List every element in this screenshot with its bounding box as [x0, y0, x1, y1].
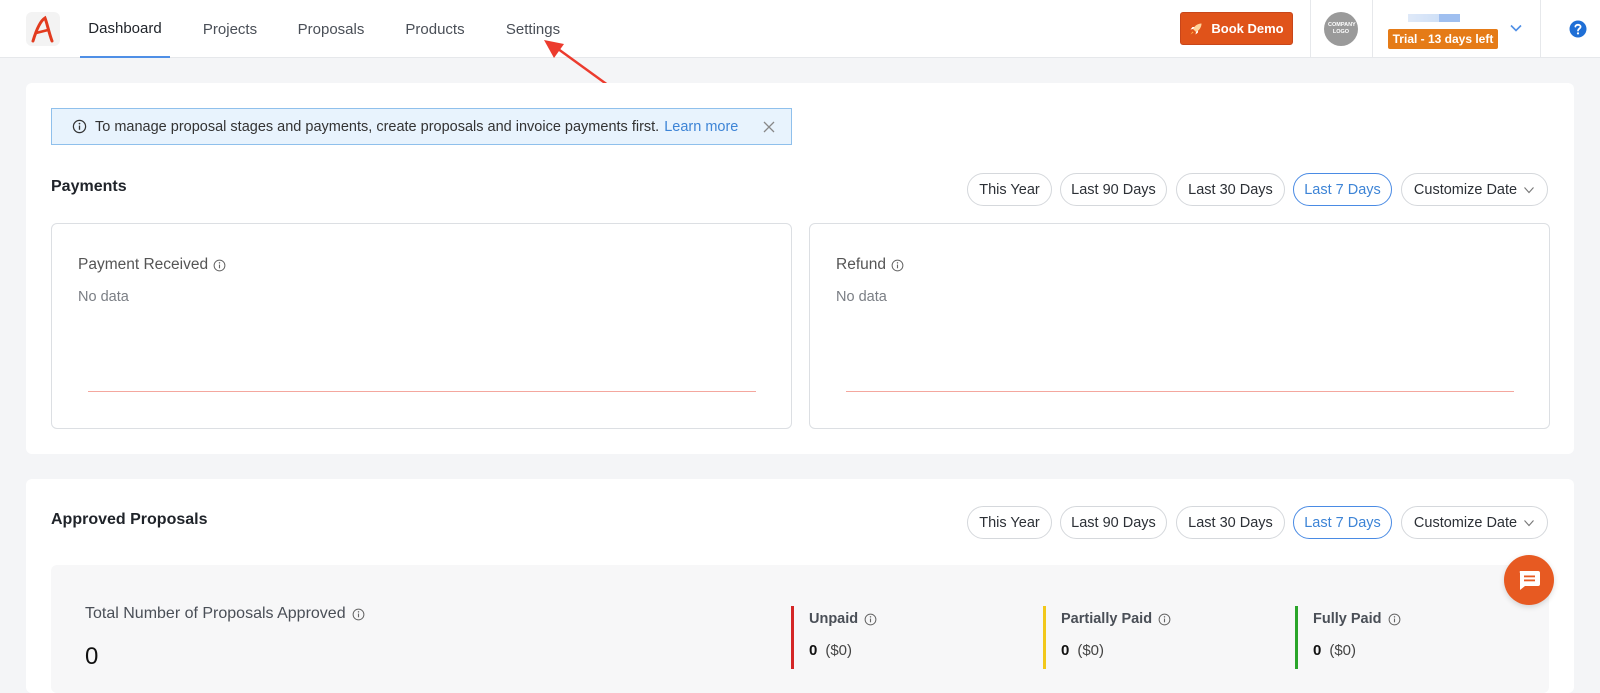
- approved-filter-this-year[interactable]: This Year: [967, 506, 1052, 539]
- payment-received-chart: Payment Received No data: [51, 223, 792, 429]
- stat-fully-paid: Fully Paid 0 ($0): [1295, 606, 1401, 669]
- stat-value: 0 ($0): [809, 642, 877, 659]
- nav-divider: [1540, 0, 1541, 58]
- stat-amount: ($0): [1329, 642, 1357, 659]
- no-data-text: No data: [836, 289, 887, 305]
- payments-filter-last-90-days[interactable]: Last 90 Days: [1060, 173, 1167, 206]
- payments-filter-this-year[interactable]: This Year: [967, 173, 1052, 206]
- total-approved-count: 0: [85, 643, 99, 670]
- chart-baseline: [846, 391, 1514, 392]
- info-icon[interactable]: [352, 608, 365, 621]
- close-icon[interactable]: [762, 120, 776, 134]
- stat-label: Unpaid: [809, 611, 859, 627]
- stat-unpaid: Unpaid 0 ($0): [791, 606, 877, 669]
- refund-label: Refund: [836, 256, 886, 273]
- approved-filter-last-90-days[interactable]: Last 90 Days: [1060, 506, 1167, 539]
- refund-label-group: Refund: [836, 256, 904, 274]
- payment-received-label-group: Payment Received: [78, 256, 226, 274]
- app-logo[interactable]: [26, 12, 60, 46]
- stat-value: 0 ($0): [1313, 642, 1401, 659]
- help-icon[interactable]: [1568, 19, 1588, 39]
- refund-chart: Refund No data: [809, 223, 1550, 429]
- customize-date-label: Customize Date: [1413, 514, 1518, 531]
- stat-color-bar: [791, 606, 794, 669]
- rocket-icon: [1190, 23, 1202, 34]
- banner-text: To manage proposal stages and payments, …: [95, 118, 660, 135]
- stat-count: 0: [1313, 642, 1322, 659]
- nav-tab-proposals[interactable]: Proposals: [290, 0, 372, 58]
- top-nav-bar: Dashboard Projects Proposals Products Se…: [0, 0, 1600, 58]
- learn-more-link[interactable]: Learn more: [664, 119, 738, 135]
- stat-partially-paid: Partially Paid 0 ($0): [1043, 606, 1171, 669]
- stat-amount: ($0): [825, 642, 853, 659]
- approved-proposals-title: Approved Proposals: [51, 511, 208, 528]
- total-approved-label-group: Total Number of Proposals Approved: [85, 605, 365, 623]
- total-approved-label: Total Number of Proposals Approved: [85, 605, 346, 622]
- trial-badge: Trial - 13 days left: [1388, 29, 1498, 49]
- chart-baseline: [88, 391, 756, 392]
- payments-filter-last-7-days[interactable]: Last 7 Days: [1293, 173, 1392, 206]
- chevron-down-icon: [1524, 519, 1534, 526]
- approved-filter-last-7-days[interactable]: Last 7 Days: [1293, 506, 1392, 539]
- nav-tab-projects[interactable]: Projects: [192, 0, 268, 58]
- payments-filter-customize-date[interactable]: Customize Date: [1401, 173, 1548, 206]
- no-data-text: No data: [78, 289, 129, 305]
- company-logo-text: COMPANY LOGO: [1328, 22, 1356, 35]
- account-name-redacted[interactable]: [1408, 14, 1460, 22]
- chevron-down-icon[interactable]: [1508, 20, 1524, 36]
- payments-filter-last-30-days[interactable]: Last 30 Days: [1176, 173, 1285, 206]
- stat-color-bar: [1043, 606, 1046, 669]
- stat-label-group: Unpaid: [809, 611, 877, 627]
- nav-tab-dashboard[interactable]: Dashboard: [80, 0, 170, 58]
- stat-amount: ($0): [1077, 642, 1105, 659]
- info-icon[interactable]: [213, 259, 226, 272]
- nav-divider: [1372, 0, 1373, 58]
- payments-title: Payments: [51, 178, 127, 195]
- chat-icon: [1519, 571, 1540, 590]
- book-demo-button[interactable]: Book Demo: [1180, 12, 1293, 45]
- stat-label: Fully Paid: [1313, 611, 1382, 627]
- customize-date-label: Customize Date: [1413, 181, 1518, 198]
- approved-filter-last-30-days[interactable]: Last 30 Days: [1176, 506, 1285, 539]
- info-icon[interactable]: [864, 613, 877, 626]
- nav-divider: [1310, 0, 1311, 58]
- stat-label-group: Fully Paid: [1313, 611, 1401, 627]
- info-icon[interactable]: [1158, 613, 1171, 626]
- nav-tab-products[interactable]: Products: [396, 0, 474, 58]
- chat-support-button[interactable]: [1504, 555, 1554, 605]
- stat-label: Partially Paid: [1061, 611, 1153, 627]
- approved-filter-customize-date[interactable]: Customize Date: [1401, 506, 1548, 539]
- stat-color-bar: [1295, 606, 1298, 669]
- company-logo-avatar[interactable]: COMPANY LOGO: [1324, 12, 1358, 46]
- book-demo-label: Book Demo: [1211, 21, 1284, 36]
- stat-count: 0: [809, 642, 818, 659]
- stat-value: 0 ($0): [1061, 642, 1171, 659]
- info-icon[interactable]: [891, 259, 904, 272]
- stat-label-group: Partially Paid: [1061, 611, 1171, 627]
- stat-count: 0: [1061, 642, 1070, 659]
- payment-received-label: Payment Received: [78, 256, 209, 273]
- info-icon[interactable]: [1388, 613, 1401, 626]
- approved-proposals-summary: Total Number of Proposals Approved 0 Unp…: [51, 565, 1549, 693]
- chevron-down-icon: [1524, 186, 1534, 193]
- app-logo-icon: [31, 15, 54, 43]
- info-icon: [72, 119, 87, 134]
- info-banner: To manage proposal stages and payments, …: [51, 108, 792, 145]
